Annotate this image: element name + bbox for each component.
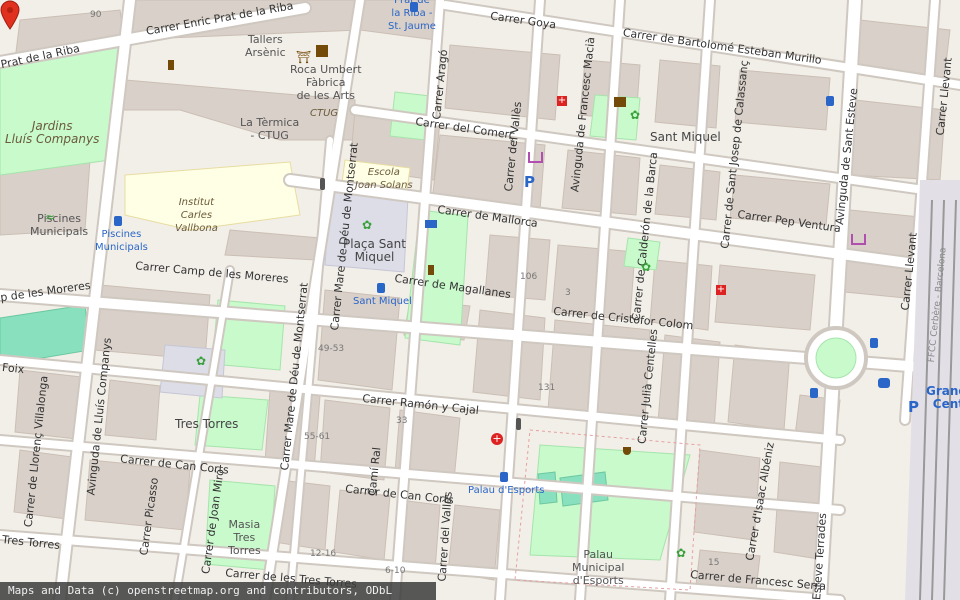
bus-stop-icon[interactable] — [870, 338, 878, 348]
playground-icon[interactable]: ✿ — [641, 260, 651, 274]
bus-stop-icon[interactable] — [410, 2, 418, 12]
monument-icon[interactable] — [168, 60, 174, 70]
hotel-icon[interactable] — [425, 220, 437, 228]
bus-stop-icon[interactable] — [377, 283, 385, 293]
museum-icon[interactable] — [614, 97, 626, 107]
theatre-icon[interactable]: ⛩ — [296, 50, 311, 64]
location-marker-icon[interactable] — [0, 0, 20, 30]
playground-icon[interactable]: ✿ — [196, 354, 206, 368]
bus-stop-icon[interactable] — [810, 388, 818, 398]
school-ground — [124, 161, 301, 231]
playground-icon[interactable]: ✿ — [630, 108, 640, 122]
taxi-icon[interactable] — [878, 378, 890, 388]
map-canvas[interactable]: Carrer Goya Carrer Enric Prat de la Riba… — [0, 0, 960, 600]
museum-icon[interactable] — [316, 45, 328, 57]
traffic-signal-icon — [516, 418, 521, 430]
pharmacy-icon[interactable]: + — [716, 285, 726, 295]
shop-icon[interactable] — [528, 152, 543, 163]
playground-icon[interactable]: ✿ — [676, 546, 686, 560]
hospital-icon[interactable]: + — [491, 433, 503, 445]
bus-stop-icon[interactable] — [114, 216, 122, 226]
traffic-signal-icon — [320, 178, 325, 190]
swimming-icon[interactable]: ≈ — [45, 210, 55, 224]
cafe-icon[interactable] — [623, 447, 631, 455]
playground-icon[interactable]: ✿ — [362, 218, 372, 232]
bus-stop-icon[interactable] — [826, 96, 834, 106]
pharmacy-icon[interactable]: + — [557, 96, 567, 106]
parking-icon[interactable]: P — [524, 173, 535, 191]
roundabout-island — [815, 337, 857, 379]
monument-icon[interactable] — [428, 265, 434, 275]
parking-icon[interactable]: P — [908, 398, 919, 416]
bus-stop-icon[interactable] — [500, 472, 508, 482]
map-base — [0, 0, 960, 600]
map-attribution: Maps and Data (c) openstreetmap.org and … — [0, 582, 436, 600]
shop-icon[interactable] — [851, 234, 866, 245]
